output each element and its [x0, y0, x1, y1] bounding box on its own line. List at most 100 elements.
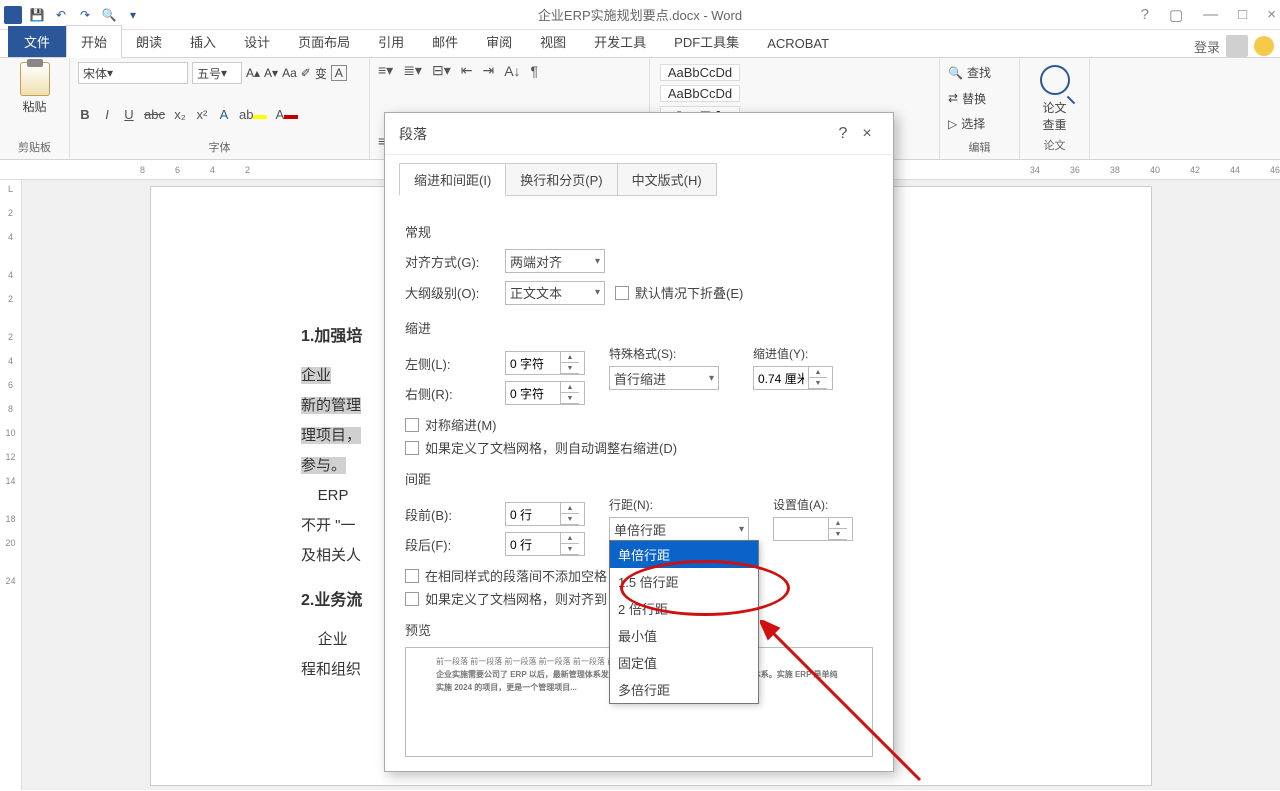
grid-indent-checkbox[interactable]: 如果定义了文档网格，则自动调整右缩进(D) — [405, 438, 873, 457]
increase-indent-icon[interactable]: ⇥ — [482, 62, 494, 79]
dialog-body: 常规 对齐方式(G): 两端对齐▾ 大纲级别(O): 正文文本▾ 默认情况下折叠… — [385, 196, 893, 771]
highlight-button[interactable]: ab — [239, 107, 267, 122]
char-border-icon[interactable]: A — [331, 65, 347, 81]
at-label: 设置值(A): — [773, 496, 873, 513]
decrease-indent-icon[interactable]: ⇤ — [461, 62, 473, 79]
align-combo[interactable]: 两端对齐▾ — [505, 249, 605, 273]
tab-layout[interactable]: 页面布局 — [284, 26, 364, 57]
mirror-checkbox[interactable]: 对称缩进(M) — [405, 415, 873, 434]
at-spinner[interactable]: ▲▼ — [773, 517, 853, 541]
help-icon[interactable]: ? — [1141, 6, 1149, 24]
after-spinner[interactable]: ▲▼ — [505, 532, 585, 556]
shrink-font-icon[interactable]: A▾ — [264, 66, 278, 80]
dropdown-opt-exactly[interactable]: 固定值 — [610, 649, 758, 676]
find-button[interactable]: 🔍 查找 — [948, 64, 1011, 81]
dialog-tab-asian[interactable]: 中文版式(H) — [617, 163, 717, 196]
close-icon[interactable]: × — [1267, 6, 1276, 24]
by-spinner[interactable]: ▲▼ — [753, 366, 833, 390]
dialog-close-button[interactable]: × — [855, 125, 879, 143]
dialog-help-button[interactable]: ? — [831, 125, 855, 143]
tab-mailings[interactable]: 邮件 — [418, 26, 472, 57]
paste-label: 粘贴 — [22, 98, 46, 115]
dialog-tab-breaks[interactable]: 换行和分页(P) — [505, 163, 617, 196]
tab-design[interactable]: 设计 — [230, 26, 284, 57]
paste-button[interactable]: 粘贴 — [8, 62, 61, 115]
font-size-select[interactable]: 五号 ▾ — [192, 62, 242, 84]
dialog-tabs: 缩进和间距(I) 换行和分页(P) 中文版式(H) — [385, 155, 893, 196]
font-name-select[interactable]: 宋体 ▾ — [78, 62, 188, 84]
tab-read[interactable]: 朗读 — [122, 26, 176, 57]
outline-label: 大纲级别(O): — [405, 283, 495, 302]
left-indent-spinner[interactable]: ▲▼ — [505, 351, 585, 375]
fold-checkbox[interactable]: 默认情况下折叠(E) — [615, 283, 743, 302]
text-effects-icon[interactable]: A — [217, 107, 231, 122]
vertical-ruler[interactable]: L24422468101214182024 — [0, 180, 22, 790]
word-icon: W — [4, 6, 22, 24]
strike-button[interactable]: abc — [144, 107, 165, 122]
tab-references[interactable]: 引用 — [364, 26, 418, 57]
special-label: 特殊格式(S): — [609, 345, 729, 362]
dropdown-opt-atleast[interactable]: 最小值 — [610, 622, 758, 649]
style-normal[interactable]: AaBbCcDd — [660, 64, 740, 81]
paragraph-dialog: 段落 ? × 缩进和间距(I) 换行和分页(P) 中文版式(H) 常规 对齐方式… — [384, 112, 894, 772]
select-button[interactable]: ▷ 选择 — [948, 115, 1011, 132]
dialog-tab-indent[interactable]: 缩进和间距(I) — [399, 163, 506, 196]
avatar[interactable] — [1226, 35, 1248, 57]
login-label[interactable]: 登录 — [1194, 37, 1220, 56]
magnifier-icon[interactable] — [1040, 65, 1070, 95]
paste-icon — [20, 62, 50, 96]
undo-icon[interactable]: ↶ — [52, 6, 70, 24]
phonetic-icon[interactable]: 变 — [315, 65, 327, 82]
dropdown-opt-single[interactable]: 单倍行距 — [610, 541, 758, 568]
minimize-icon[interactable]: — — [1203, 6, 1218, 24]
spacing-section: 间距 — [405, 469, 873, 488]
grow-font-icon[interactable]: A▴ — [246, 66, 260, 80]
tab-insert[interactable]: 插入 — [176, 26, 230, 57]
right-indent-label: 右侧(R): — [405, 384, 495, 403]
superscript-button[interactable]: x² — [195, 107, 209, 122]
bullets-icon[interactable]: ≡▾ — [378, 62, 393, 79]
line-spacing-label: 行距(N): — [609, 496, 749, 513]
clear-format-icon[interactable]: ✐ — [301, 66, 311, 80]
tab-developer[interactable]: 开发工具 — [580, 26, 660, 57]
right-indent-spinner[interactable]: ▲▼ — [505, 381, 585, 405]
emoji-icon[interactable] — [1254, 36, 1274, 56]
tab-home[interactable]: 开始 — [66, 25, 122, 58]
font-color-button[interactable]: A — [275, 107, 298, 122]
style-nospacing[interactable]: AaBbCcDd — [660, 85, 740, 102]
subscript-button[interactable]: x₂ — [173, 107, 187, 122]
sort-icon[interactable]: A↓ — [504, 63, 520, 79]
italic-button[interactable]: I — [100, 107, 114, 122]
print-preview-icon[interactable]: 🔍 — [100, 6, 118, 24]
numbering-icon[interactable]: ≣▾ — [403, 62, 422, 79]
account-area[interactable]: 登录 — [1194, 35, 1280, 57]
ribbon-display-icon[interactable]: ▢ — [1169, 6, 1183, 24]
redo-icon[interactable]: ↷ — [76, 6, 94, 24]
dialog-titlebar[interactable]: 段落 ? × — [385, 113, 893, 155]
save-icon[interactable]: 💾 — [28, 6, 46, 24]
ribbon-tabs: 文件 开始 朗读 插入 设计 页面布局 引用 邮件 审阅 视图 开发工具 PDF… — [0, 30, 1280, 58]
align-label: 对齐方式(G): — [405, 252, 495, 271]
dropdown-opt-double[interactable]: 2 倍行距 — [610, 595, 758, 622]
before-spinner[interactable]: ▲▼ — [505, 502, 585, 526]
special-combo[interactable]: 首行缩进▾ — [609, 366, 719, 390]
show-marks-icon[interactable]: ¶ — [531, 63, 539, 79]
dropdown-opt-multiple[interactable]: 多倍行距 — [610, 676, 758, 703]
tab-view[interactable]: 视图 — [526, 26, 580, 57]
maximize-icon[interactable]: □ — [1238, 6, 1247, 24]
tab-review[interactable]: 审阅 — [472, 26, 526, 57]
tab-pdf[interactable]: PDF工具集 — [660, 26, 753, 57]
qat-more-icon[interactable]: ▾ — [124, 6, 142, 24]
file-tab[interactable]: 文件 — [8, 26, 66, 57]
outline-combo[interactable]: 正文文本▾ — [505, 281, 605, 305]
multilevel-icon[interactable]: ⊟▾ — [432, 62, 451, 79]
underline-button[interactable]: U — [122, 107, 136, 122]
dropdown-opt-1-5[interactable]: 1.5 倍行距 — [610, 568, 758, 595]
line-spacing-dropdown[interactable]: 单倍行距 1.5 倍行距 2 倍行距 最小值 固定值 多倍行距 — [609, 540, 759, 704]
bold-button[interactable]: B — [78, 107, 92, 122]
change-case-icon[interactable]: Aa — [282, 66, 297, 80]
clipboard-label: 剪贴板 — [8, 139, 61, 155]
replace-button[interactable]: ⇄ 替换 — [948, 90, 1011, 107]
tab-acrobat[interactable]: ACROBAT — [753, 30, 843, 57]
line-spacing-combo[interactable]: 单倍行距▾ — [609, 517, 749, 541]
